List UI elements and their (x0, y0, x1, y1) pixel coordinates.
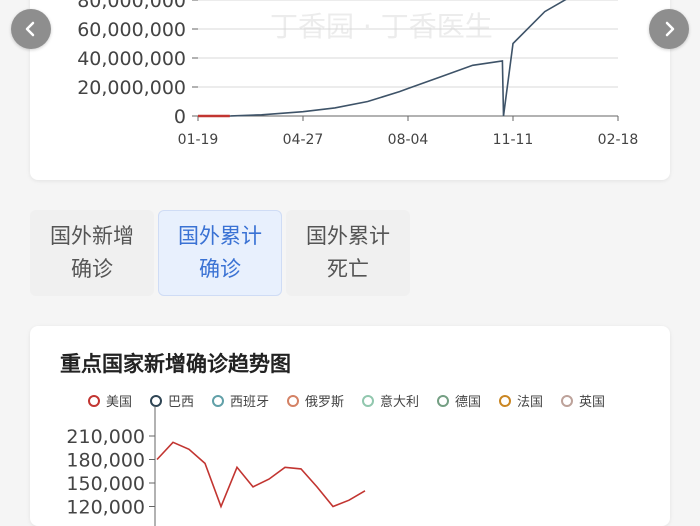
x-tick-label: 02-18 (598, 132, 639, 148)
tab-foreign-new-confirmed[interactable]: 国外新增 确诊 (30, 210, 154, 296)
legend-marker (561, 395, 573, 407)
tab-foreign-total-deaths[interactable]: 国外累计 死亡 (286, 210, 410, 296)
y-tick-label: 210,000 (66, 426, 145, 448)
y-tick-label: 180,000 (66, 450, 145, 472)
y-tick-label: 60,000,000 (77, 19, 186, 41)
country-trend-card: 重点国家新增确诊趋势图 美国 巴西 西班牙 俄罗斯 意大利 德国 法国 英国 210,000 18… (30, 326, 670, 526)
legend-marker (150, 395, 162, 407)
tab-label: 国外累计 确诊 (178, 224, 262, 281)
y-tick-label: 20,000,000 (77, 77, 186, 99)
x-tick-label: 11-11 (493, 132, 534, 148)
chart-tabs: 国外新增 确诊 国外累计 确诊 国外累计 死亡 (30, 210, 410, 296)
tab-label: 国外累计 死亡 (306, 224, 390, 281)
chart-title: 重点国家新增确诊趋势图 (60, 352, 291, 376)
legend-label: 美国 (106, 395, 132, 410)
legend-label: 德国 (455, 395, 481, 410)
y-tick-label: 40,000,000 (77, 48, 186, 70)
y-tick-label: 80,000,000 (77, 0, 186, 12)
x-tick-label: 01-19 (178, 132, 219, 148)
tab-foreign-total-confirmed[interactable]: 国外累计 确诊 (158, 210, 282, 296)
tab-label: 国外新增 确诊 (50, 224, 134, 281)
legend-marker (212, 395, 224, 407)
x-tick-label: 08-04 (388, 132, 429, 148)
legend-label: 法国 (517, 395, 543, 410)
legend-label: 巴西 (168, 395, 194, 410)
legend-label: 俄罗斯 (305, 395, 344, 410)
chevron-right-icon[interactable] (649, 9, 689, 49)
legend-marker (287, 395, 299, 407)
legend-marker (362, 395, 374, 407)
watermark: 丁香园 · 丁香医生 (270, 10, 493, 43)
legend-marker (499, 395, 511, 407)
y-tick-label: 0 (174, 106, 186, 128)
x-tick-label: 04-27 (283, 132, 324, 148)
chevron-left-icon[interactable] (11, 9, 51, 49)
chevron-right-glyph (665, 21, 675, 37)
y-tick-label: 150,000 (66, 473, 145, 495)
legend-label: 英国 (579, 395, 605, 410)
legend-label: 西班牙 (230, 395, 269, 410)
cumulative-chart: 丁香园 · 丁香医生 0 20,000,000 40,000,000 60,000,00… (77, 0, 639, 148)
legend-marker (437, 395, 449, 407)
series-line (156, 441, 366, 509)
legend-label: 意大利 (380, 394, 419, 410)
legend-marker (88, 395, 100, 407)
cumulative-chart-card: 丁香园 · 丁香医生 0 20,000,000 40,000,000 60,000,00… (30, 0, 670, 180)
chevron-left-glyph (25, 21, 35, 37)
